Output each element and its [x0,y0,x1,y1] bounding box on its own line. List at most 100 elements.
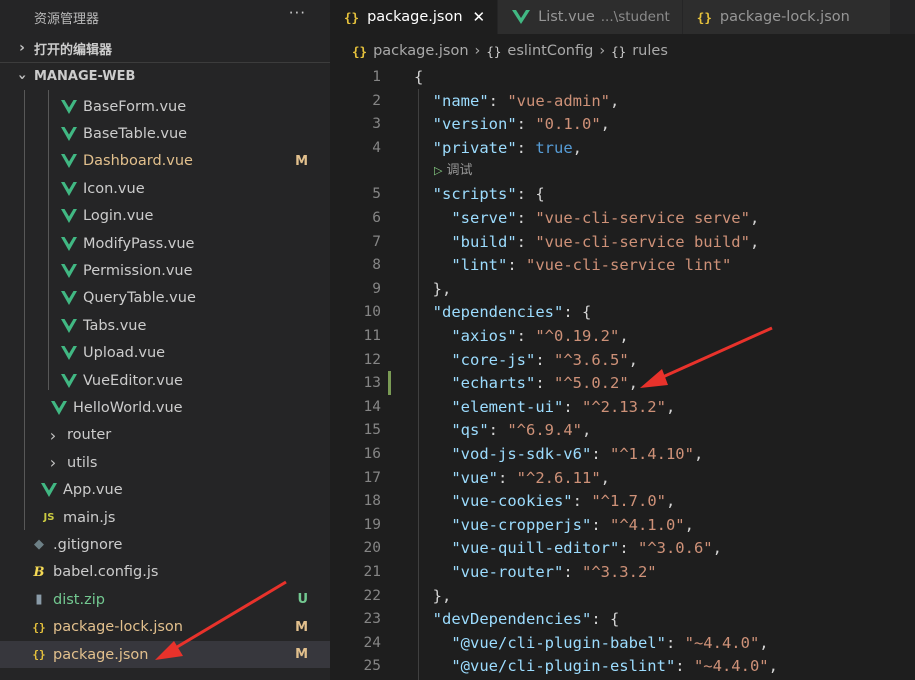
code-line: 12 "core-js": "^3.6.5", [330,348,915,372]
code-text: "vue-quill-editor": "^3.0.6", [414,536,722,560]
file-tree-item[interactable]: BaseTable.vue [0,120,330,147]
file-tree-item[interactable]: {} package.json M [0,641,330,668]
file-tree-item[interactable]: JS main.js [0,504,330,531]
code-token: "private" [432,138,517,157]
code-token: : [516,327,536,345]
code-text: "@vue/cli-plugin-eslint": "~4.4.0", [414,654,778,678]
codelens-label: 调试 [446,163,473,179]
code-text: "serve": "vue-cli-service serve", [414,206,759,230]
tab-label: package.json [367,9,463,25]
code-line: 4 "private": true, [330,136,915,160]
file-tree-item[interactable]: BaseForm.vue [0,93,330,120]
file-tree-item-label: Tabs.vue [83,317,147,334]
code-line: 14 "element-ui": "^2.13.2", [330,395,915,419]
tab-list-vue[interactable]: List.vue ...\student [498,0,683,34]
file-tree-item[interactable]: App.vue [0,477,330,504]
code-line: 13 "echarts": "^5.0.2", [330,371,915,396]
file-tree-item[interactable]: Permission.vue [0,257,330,284]
tab-description: ...\student [600,9,670,25]
code-token: "dependencies" [432,303,564,322]
code-token: : { [563,303,592,322]
code-token: "vue-cli-service build" [535,232,750,251]
file-tree-item[interactable]: › utils [0,449,330,476]
file-tree-item[interactable]: Upload.vue [0,340,330,367]
line-number: 17 [363,469,381,486]
code-text: "axios": "^0.19.2", [414,324,628,348]
code-text: "vod-js-sdk-v6": "^1.4.10", [414,442,703,466]
file-tree-item[interactable]: ◆ .gitignore [0,531,330,558]
breadcrumb-item-file[interactable]: package.json [373,43,468,59]
file-tree-item[interactable]: › router [0,422,330,449]
code-token: : [498,468,517,487]
file-tree-item[interactable]: QueryTable.vue [0,285,330,312]
close-icon[interactable]: ✕ [473,8,486,26]
code-token: "^1.4.10" [609,445,694,463]
vue-icon [61,126,77,141]
tab-package-json[interactable]: {} package.json ✕ [330,0,499,34]
line-number: 1 [372,69,381,85]
file-tree-item[interactable]: Login.vue [0,203,330,230]
code-token: "^2.13.2" [581,397,666,416]
file-tree-item[interactable]: Tabs.vue [0,312,330,339]
file-tree-item[interactable]: VueEditor.vue [0,367,330,394]
tab-label: package-lock.json [719,9,850,25]
project-section[interactable]: › MANAGE-WEB [0,62,330,90]
code-token: "devDependencies" [432,610,592,629]
line-number: 18 [363,493,381,510]
file-tree-item[interactable]: HelloWorld.vue [0,394,330,421]
git-status-badge: U [297,592,308,608]
vue-icon [61,291,77,306]
code-line: 7 "build": "vue-cli-service build", [330,230,915,254]
code-token: "axios" [451,327,517,345]
file-tree-item[interactable]: {} package-lock.json M [0,614,330,641]
file-tree-item-label: package-lock.json [53,619,183,636]
file-tree-item-label: Login.vue [83,208,154,225]
line-number: 15 [363,422,381,439]
json-icon: {} [32,620,46,634]
javascript-icon: JS [43,512,55,523]
file-tree-item[interactable]: Dashboard.vue M [0,148,330,175]
code-token: "vue-router" [451,563,564,581]
code-token: "^1.7.0" [591,492,666,511]
code-token: "vue-cli-service lint" [526,256,732,275]
breadcrumb-item-rules[interactable]: rules [632,43,668,59]
object-icon: {} [486,43,502,59]
tab-package-lock-json[interactable]: {} package-lock.json [682,0,891,34]
file-tree-item[interactable]: Bbabel.config.js [0,559,330,586]
code-text: "@vue/cli-plugin-babel": "~4.4.0", [414,631,768,655]
code-line: 23 "devDependencies": { [330,607,915,631]
code-text: }, [414,584,452,608]
file-tree-item[interactable]: Icon.vue [0,175,330,202]
file-tree-item-label: Upload.vue [83,345,166,362]
code-editor[interactable]: 1{2 "name": "vue-admin", 3 "version": "0.… [330,65,915,680]
code-text: "scripts": { [414,182,545,206]
file-tree-item[interactable]: ModifyPass.vue [0,230,330,257]
code-token: : [563,397,582,416]
debug-codelens[interactable]: ▷ 调试 [434,160,472,182]
code-token: : [516,232,536,251]
code-token: , [665,492,676,511]
object-icon: {} [611,43,627,59]
code-line: 6 "serve": "vue-cli-service serve", [330,206,915,230]
code-token: "^4.1.0" [609,515,685,534]
breadcrumb-item-eslintconfig[interactable]: eslintConfig [507,43,593,59]
code-token: "vue-cropperjs" [451,515,592,534]
file-tree-item[interactable]: ▮ dist.zip U [0,586,330,613]
open-editors-label: 打开的编辑器 [34,42,113,58]
code-token: : [488,91,508,110]
code-token: : [507,256,526,275]
code-token: , [684,515,694,534]
file-tree-item-label: .gitignore [53,536,123,553]
code-token: , [693,445,704,463]
code-text: "version": "0.1.0", [414,112,610,136]
more-actions-icon[interactable]: ··· [289,4,306,22]
code-line: 17 "vue": "^2.6.11", [330,466,915,490]
open-editors-section[interactable]: › 打开的编辑器 [0,34,330,62]
